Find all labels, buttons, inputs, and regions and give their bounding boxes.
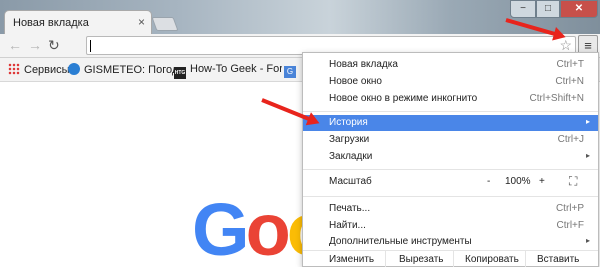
menu-item-label: Закладки bbox=[329, 151, 373, 162]
menu-item-label: История bbox=[329, 117, 368, 128]
copy-button[interactable]: Копировать bbox=[465, 254, 519, 265]
bookmark-google-translate[interactable]: G bbox=[284, 63, 298, 78]
bookmark-gismeteo[interactable]: GISMETEO: Погода в bbox=[68, 63, 178, 76]
zoom-value: 100% bbox=[505, 176, 531, 187]
bookmark-label: Сервисы bbox=[24, 64, 70, 76]
menu-item-shortcut: Ctrl+J bbox=[557, 134, 584, 145]
menu-item-zoom: Масштаб - 100% + ⛶ bbox=[303, 174, 598, 190]
menu-item-label: Загрузки bbox=[329, 134, 370, 145]
menu-item-history[interactable]: История ▸ bbox=[303, 115, 598, 131]
submenu-arrow-icon: ▸ bbox=[585, 236, 590, 245]
menu-item-label: Найти... bbox=[329, 220, 366, 231]
menu-item-find[interactable]: Найти... Ctrl+F bbox=[303, 218, 598, 234]
menu-item-more-tools[interactable]: Дополнительные инструменты ▸ bbox=[303, 234, 598, 250]
submenu-arrow-icon: ▸ bbox=[585, 117, 590, 126]
menu-item-downloads[interactable]: Загрузки Ctrl+J bbox=[303, 132, 598, 148]
menu-item-label: Дополнительные инструменты bbox=[329, 236, 472, 247]
chrome-menu: Новая вкладка Ctrl+T Новое окно Ctrl+N Н… bbox=[302, 52, 599, 267]
forward-arrow-icon[interactable]: → bbox=[28, 37, 42, 53]
minimize-button[interactable]: − bbox=[510, 0, 536, 18]
menu-edit-row: Изменить Вырезать Копировать Вставить bbox=[303, 251, 598, 267]
minimize-icon: − bbox=[520, 3, 526, 14]
logo-letter: o bbox=[245, 188, 291, 267]
menu-item-label: Новое окно в режиме инкогнито bbox=[329, 93, 478, 104]
zoom-in-button[interactable]: + bbox=[539, 176, 545, 187]
menu-separator bbox=[303, 169, 598, 170]
close-icon: ✕ bbox=[574, 3, 584, 14]
edit-divider bbox=[385, 251, 386, 267]
htg-icon: HTG bbox=[174, 67, 186, 79]
menu-item-new-tab[interactable]: Новая вкладка Ctrl+T bbox=[303, 57, 598, 73]
gismeteo-icon bbox=[68, 63, 80, 75]
menu-item-shortcut: Ctrl+P bbox=[555, 203, 584, 214]
close-window-button[interactable]: ✕ bbox=[560, 0, 598, 18]
menu-separator bbox=[303, 196, 598, 197]
menu-separator bbox=[303, 111, 598, 112]
bookmark-label: GISMETEO: Погода в bbox=[84, 64, 178, 76]
cut-button[interactable]: Вырезать bbox=[399, 254, 443, 265]
menu-item-shortcut: Ctrl+N bbox=[555, 76, 584, 87]
google-translate-icon: G bbox=[284, 66, 296, 78]
menu-item-label: Новое окно bbox=[329, 76, 382, 87]
maximize-button[interactable]: □ bbox=[536, 0, 560, 18]
tab-close-icon[interactable]: × bbox=[138, 15, 145, 29]
reload-icon[interactable]: ↻ bbox=[48, 37, 60, 53]
menu-item-shortcut: Ctrl+Shift+N bbox=[529, 93, 584, 104]
menu-item-print[interactable]: Печать... Ctrl+P bbox=[303, 201, 598, 217]
bookmark-how-to-geek[interactable]: HTG How-To Geek - For Ge bbox=[174, 63, 282, 79]
logo-letter: G bbox=[192, 188, 250, 267]
apps-grid-icon bbox=[8, 63, 20, 75]
edit-label: Изменить bbox=[329, 254, 375, 265]
fullscreen-icon[interactable]: ⛶ bbox=[569, 174, 577, 189]
submenu-arrow-icon: ▸ bbox=[585, 151, 590, 160]
edit-divider bbox=[453, 251, 454, 267]
paste-button[interactable]: Вставить bbox=[537, 254, 579, 265]
text-caret bbox=[90, 40, 91, 52]
tab-title: Новая вкладка bbox=[13, 17, 89, 29]
menu-item-shortcut: Ctrl+F bbox=[556, 220, 585, 231]
tab-new-tab[interactable]: Новая вкладка × bbox=[4, 10, 152, 34]
maximize-icon: □ bbox=[544, 3, 552, 14]
menu-item-new-window[interactable]: Новое окно Ctrl+N bbox=[303, 74, 598, 90]
zoom-out-button[interactable]: - bbox=[487, 176, 490, 187]
menu-item-label: Печать... bbox=[329, 203, 371, 214]
new-tab-button[interactable] bbox=[151, 17, 179, 31]
bookmark-label: How-To Geek - For Ge bbox=[190, 63, 282, 75]
menu-item-label: Новая вкладка bbox=[329, 59, 398, 70]
menu-item-shortcut: Ctrl+T bbox=[556, 59, 585, 70]
edit-divider bbox=[525, 251, 526, 267]
menu-item-bookmarks[interactable]: Закладки ▸ bbox=[303, 149, 598, 165]
back-arrow-icon[interactable]: ← bbox=[8, 37, 22, 53]
menu-item-incognito[interactable]: Новое окно в режиме инкогнито Ctrl+Shift… bbox=[303, 91, 598, 107]
bookmark-services[interactable]: Сервисы bbox=[8, 63, 70, 76]
title-bar: Новая вкладка × − □ ✕ bbox=[0, 0, 600, 34]
zoom-label: Масштаб bbox=[329, 176, 372, 187]
